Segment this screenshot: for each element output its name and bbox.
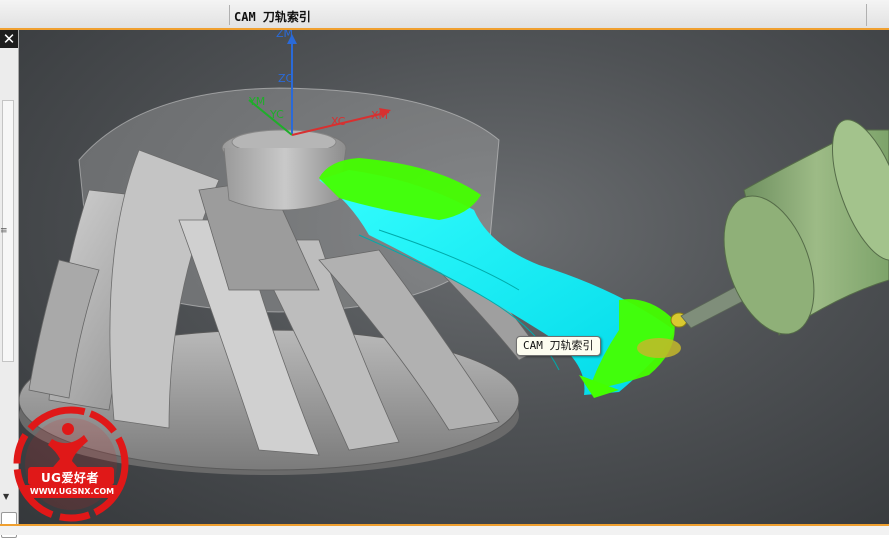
- axis-label-zm: ZM: [276, 30, 294, 40]
- close-icon[interactable]: ✕: [0, 30, 18, 48]
- status-strip: [0, 524, 889, 535]
- window-title: CAM 刀轨索引: [234, 10, 311, 24]
- title-bar-left-segment: [0, 5, 230, 25]
- logo-url-text: WWW.UGSNX.COM: [29, 487, 115, 496]
- axis-label-xc: XC: [331, 115, 346, 128]
- graphics-viewport[interactable]: ZM ZC YM YC XC XM CAM 刀轨索引: [19, 30, 889, 524]
- axis-label-xm: XM: [371, 109, 389, 122]
- scroll-grip-icon[interactable]: ≡: [0, 226, 8, 236]
- axis-label-zc: ZC: [278, 72, 294, 85]
- logo-brand-text: UG爱好者: [40, 471, 100, 485]
- impeller-model: [19, 34, 889, 475]
- title-bar-right-segment: [866, 4, 889, 26]
- toolpath-tooltip: CAM 刀轨索引: [516, 336, 601, 356]
- scroll-down-icon[interactable]: ▼: [3, 492, 9, 501]
- axis-label-ym: YM: [249, 95, 266, 108]
- ugsnx-logo: UG爱好者 WWW.UGSNX.COM: [12, 405, 130, 523]
- axis-label-yc: YC: [270, 108, 284, 121]
- logo-emblem: [13, 406, 129, 522]
- title-bar: CAM 刀轨索引: [0, 0, 889, 30]
